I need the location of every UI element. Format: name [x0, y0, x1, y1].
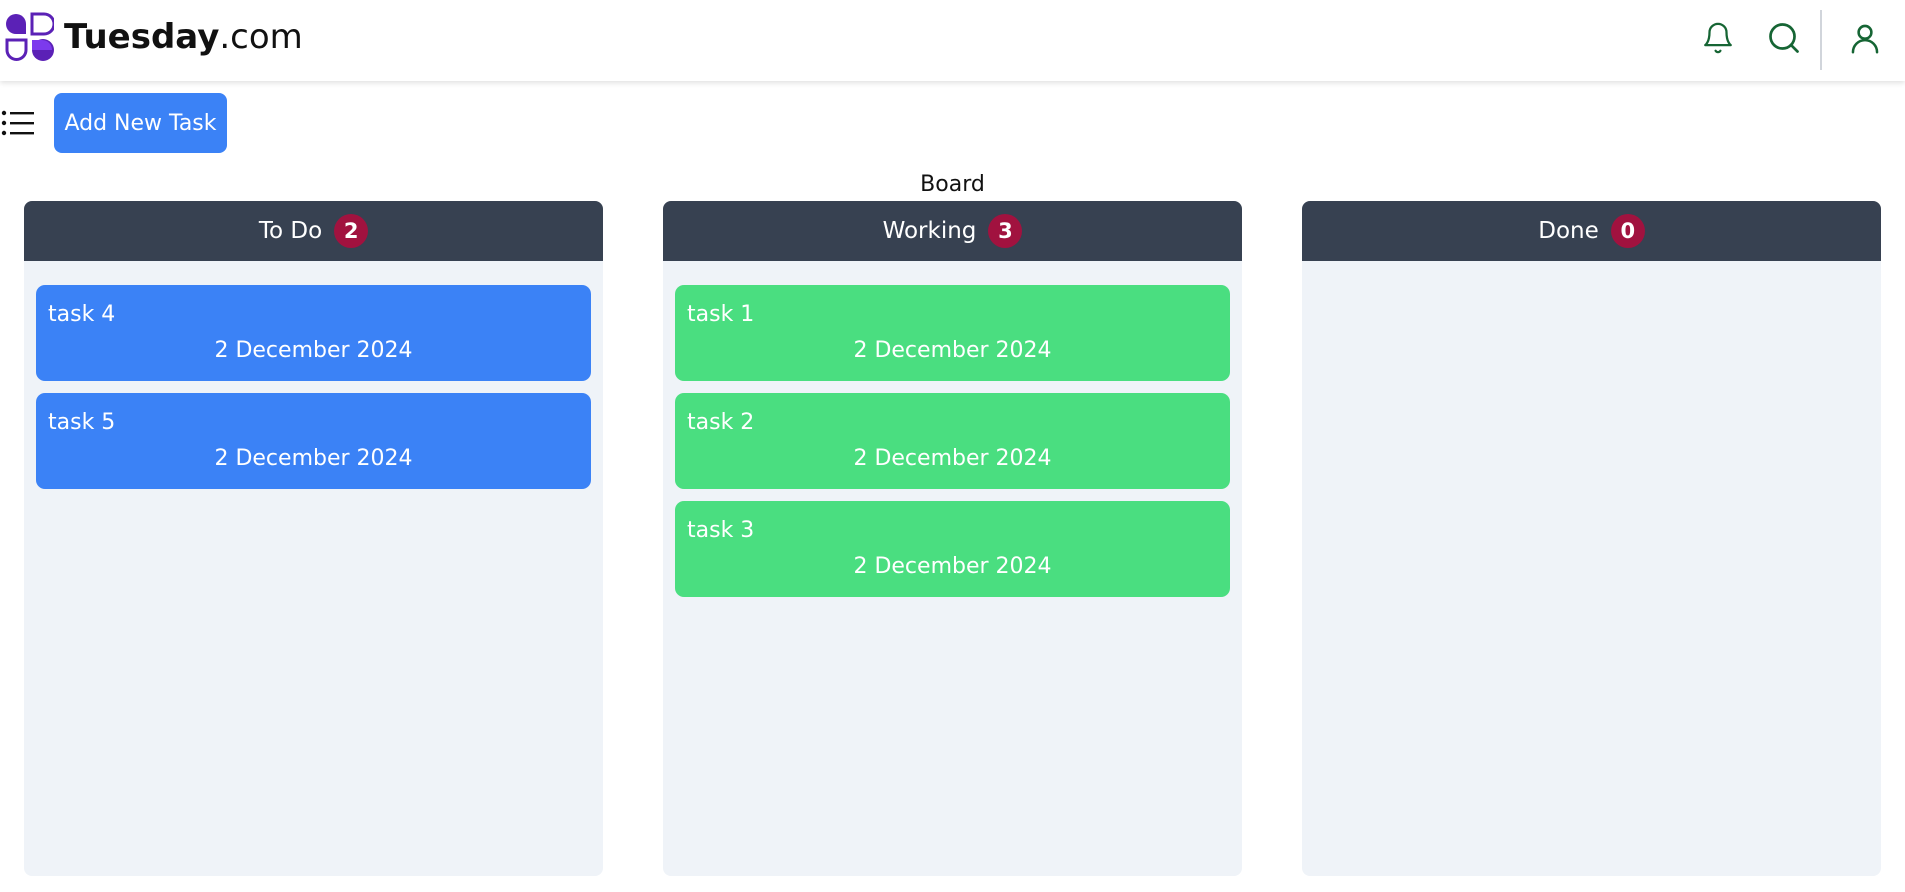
task-name: task 1: [687, 302, 755, 327]
task-card[interactable]: task 5 2 December 2024: [36, 393, 591, 489]
task-date: 2 December 2024: [853, 554, 1052, 579]
card-list: [1302, 261, 1881, 285]
brand-name-bold: Tuesday: [64, 17, 220, 57]
column-header: Done 0: [1302, 201, 1881, 261]
task-date: 2 December 2024: [853, 446, 1052, 471]
task-date: 2 December 2024: [214, 446, 413, 471]
task-name: task 5: [48, 410, 116, 435]
task-card[interactable]: task 1 2 December 2024: [675, 285, 1230, 381]
task-card[interactable]: task 2 2 December 2024: [675, 393, 1230, 489]
board-title: Board: [920, 172, 985, 197]
task-card[interactable]: task 4 2 December 2024: [36, 285, 591, 381]
column-header: To Do 2: [24, 201, 603, 261]
brand-name[interactable]: Tuesday.com: [64, 14, 303, 60]
search-icon: [1769, 23, 1799, 53]
task-name: task 2: [687, 410, 755, 435]
bell-icon: [1704, 22, 1732, 54]
column-done: Done 0: [1302, 201, 1881, 876]
task-date: 2 December 2024: [853, 338, 1052, 363]
top-header: Tuesday.com: [0, 0, 1905, 81]
count-badge: 2: [334, 214, 369, 248]
task-name: task 3: [687, 518, 755, 543]
task-date: 2 December 2024: [214, 338, 413, 363]
add-new-task-button[interactable]: Add New Task: [54, 93, 227, 153]
logo-icon[interactable]: [4, 12, 54, 62]
column-header: Working 3: [663, 201, 1242, 261]
count-badge: 0: [1610, 214, 1645, 248]
task-card[interactable]: task 3 2 December 2024: [675, 501, 1230, 597]
user-icon: [1851, 24, 1879, 54]
task-name: task 4: [48, 302, 116, 327]
search-button[interactable]: [1765, 19, 1803, 57]
list-menu-icon[interactable]: [0, 108, 36, 138]
card-list: task 4 2 December 2024 task 5 2 December…: [24, 261, 603, 489]
notifications-button[interactable]: [1699, 19, 1737, 57]
column-title: To Do: [258, 218, 323, 244]
count-badge: 3: [988, 214, 1023, 248]
column-title: Working: [882, 218, 977, 244]
brand-name-suffix: .com: [219, 17, 303, 57]
header-divider: [1820, 10, 1822, 70]
column-title: Done: [1538, 218, 1599, 244]
card-list: task 1 2 December 2024 task 2 2 December…: [663, 261, 1242, 597]
column-working: Working 3 task 1 2 December 2024 task 2 …: [663, 201, 1242, 876]
column-todo: To Do 2 task 4 2 December 2024 task 5 2 …: [24, 201, 603, 876]
profile-button[interactable]: [1846, 19, 1884, 57]
